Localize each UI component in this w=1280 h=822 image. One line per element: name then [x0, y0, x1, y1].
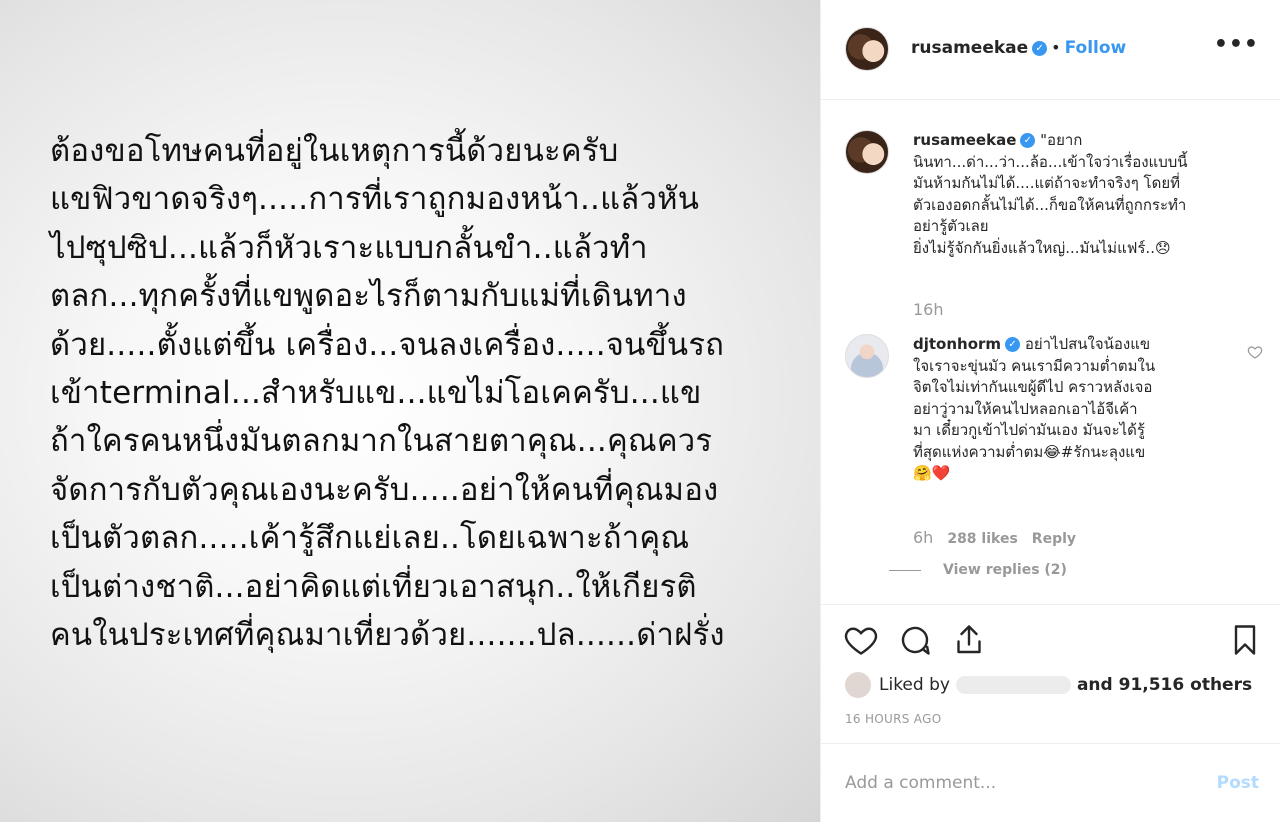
reply-line: อย่าวู่วามให้คนไปหลอกเอาไอ้จีเค้า [913, 399, 1138, 418]
liker-avatar[interactable] [845, 672, 871, 698]
verified-badge-icon: ✓ [1005, 337, 1021, 352]
post-sidebar: rusameekae ✓ • Follow ••• rusameekae ✓ "อยาก… [820, 0, 1280, 822]
post-comment-button[interactable]: Post [1217, 773, 1259, 793]
reply-line: ใจเราจะขุ่นมัว คนเรามีความต่ำตมใน [913, 356, 1156, 375]
reply-line: อย่าไปสนใจน้องแข [1024, 335, 1151, 353]
share-upload-icon[interactable] [951, 622, 987, 658]
view-replies-rule [889, 569, 921, 571]
liked-by-summary: Liked by and 91,516 others [845, 672, 1252, 698]
avatar[interactable] [845, 27, 889, 71]
comment-input[interactable]: Add a comment... [845, 773, 996, 793]
post-actions: Liked by and 91,516 others 16 HOURS AGO [821, 606, 1280, 744]
caption-line: นินทา...ด่า...ว่า...ล้อ...เข้าใจว่าเรื่อ… [913, 152, 1188, 171]
like-heart-icon[interactable] [843, 622, 879, 658]
reply-likes[interactable]: 288 likes [947, 531, 1017, 547]
reply-line: จิตใจไม่เท่ากันแขผู้ดีไป คราวหลังเจอ [913, 378, 1153, 396]
post-text-line: แขฟิวขาดจริงๆ.....การที่เราถูกมองหน้า..แ… [50, 181, 700, 218]
post-text-line: คนในประเทศที่คุณมาเที่ยวด้วย.......ปล...… [50, 617, 725, 654]
caption-line: ยิ่งไม่รู้จักกันยิ่งแล้วใหญ่...มันไม่แฟร… [913, 238, 1171, 257]
verified-badge-icon: ✓ [1020, 133, 1036, 148]
liked-by-count[interactable]: and 91,516 others [1077, 675, 1252, 695]
caption-line: อย่ารู้ตัวเลย [913, 217, 989, 235]
post-image[interactable]: ต้องขอโทษคนที่อยู่ในเหตุการนี้ด้วยนะครับ… [0, 0, 820, 822]
more-options-icon[interactable]: ••• [1214, 32, 1259, 57]
caption-text: rusameekae ✓ "อยาก นินทา...ด่า...ว่า...ล้… [913, 130, 1253, 259]
post-text-line: เข้าterminal...สำหรับแข...แขไม่โอเคครับ.… [50, 375, 702, 412]
post-image-text: ต้องขอโทษคนที่อยู่ในเหตุการนี้ด้วยนะครับ… [50, 127, 810, 659]
comments-section: rusameekae ✓ "อยาก นินทา...ด่า...ว่า...ล้… [821, 100, 1280, 605]
reply-button[interactable]: Reply [1032, 531, 1076, 547]
reply-line: 🤗❤️ [913, 464, 951, 482]
caption-line: ตัวเองอดกลั้นไม่ได้...ก็ขอให้คนที่ถูกกระ… [913, 195, 1187, 214]
post-header: rusameekae ✓ • Follow ••• [821, 0, 1280, 100]
reply-line: มา เดี๋ยวกูเข้าไปด่ามันเอง มันจะได้รู้ [913, 421, 1145, 439]
avatar[interactable] [845, 130, 889, 174]
like-comment-heart-icon[interactable] [1247, 344, 1263, 360]
caption-line: มันห้ามกันไม่ได้....แต่ถ้าจะทำจริงๆ โดยท… [913, 174, 1181, 192]
add-comment-bar: Add a comment... Post [821, 744, 1280, 822]
caption-time[interactable]: 16h [913, 300, 944, 319]
view-replies-label: View replies (2) [943, 562, 1067, 578]
liked-by-prefix: Liked by [879, 675, 950, 695]
post-text-line: เป็นตัวตลก.....เค้ารู้สึกแย่เลย..โดยเฉพา… [50, 520, 690, 557]
post-text-line: จัดการกับตัวคุณเองนะครับ.....อย่าให้คนที… [50, 471, 719, 508]
reply-line: ที่สุดแห่งความต่ำตม😂#รักนะลุงแข [913, 442, 1146, 461]
header-user: rusameekae ✓ • Follow [911, 38, 1126, 58]
comment-bubble-icon[interactable] [897, 622, 933, 658]
separator-dot: • [1051, 38, 1061, 57]
reply-text: djtonhorm ✓ อย่าไปสนใจน้องแข ใจเราจะขุ่นม… [913, 334, 1213, 485]
post-text-line: ถ้าใครคนหนึ่งมันตลกมากในสายตาคุณ...คุณคว… [50, 423, 713, 460]
post-text-line: เป็นต่างชาติ...อย่าคิดแต่เที่ยวเอาสนุก..… [50, 568, 697, 605]
save-bookmark-icon[interactable] [1227, 622, 1263, 658]
verified-badge-icon: ✓ [1032, 41, 1048, 56]
caption-username[interactable]: rusameekae [913, 131, 1016, 149]
caption-line: "อยาก [1040, 131, 1083, 149]
post-text-line: ไปซุปซิป...แล้วก็หัวเราะแบบกลั้นขำ..แล้ว… [50, 229, 648, 266]
header-username[interactable]: rusameekae [911, 38, 1028, 58]
view-replies-button[interactable]: View replies (2) [889, 562, 1067, 578]
reply-username[interactable]: djtonhorm [913, 335, 1001, 353]
reply-time[interactable]: 6h [913, 528, 933, 547]
avatar[interactable] [845, 334, 889, 378]
reply-meta: 6h 288 likes Reply [913, 528, 1090, 547]
follow-button[interactable]: Follow [1065, 38, 1127, 58]
post-text-line: ตลก...ทุกครั้งที่แขพูดอะไรก็ตามกับแม่ที่… [50, 278, 687, 315]
liker-username-blurred[interactable] [955, 676, 1071, 694]
post-text-line: ต้องขอโทษคนที่อยู่ในเหตุการนี้ด้วยนะครับ [50, 133, 619, 169]
post-text-line: ด้วย.....ตั้งแต่ขึ้น เครื่อง...จนลงเครื่… [50, 326, 725, 363]
post-timestamp[interactable]: 16 HOURS AGO [845, 712, 941, 726]
